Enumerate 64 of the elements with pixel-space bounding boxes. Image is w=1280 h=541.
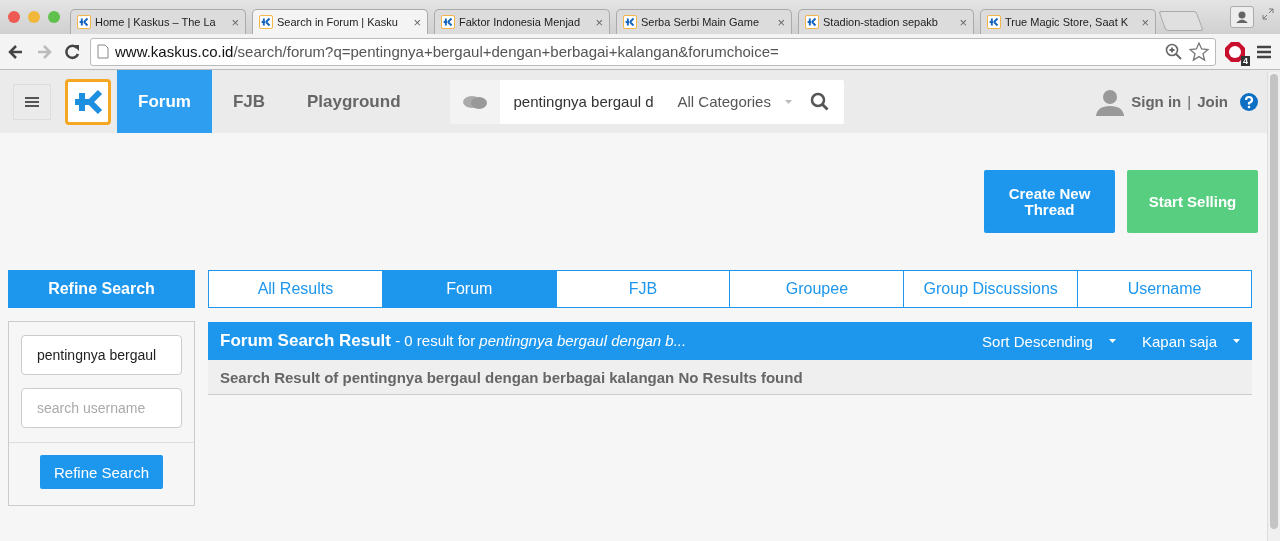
favicon-icon (805, 15, 819, 29)
create-thread-button[interactable]: Create New Thread (984, 170, 1115, 233)
menu-button[interactable] (13, 83, 51, 120)
close-button[interactable]: × (595, 14, 603, 30)
favicon-icon (987, 15, 1001, 29)
username-field[interactable]: search username (21, 388, 182, 428)
tab-title: Search in Forum | Kasku (277, 16, 399, 28)
sort-dropdown[interactable]: Sort Descending (982, 332, 1116, 350)
separator: | (1187, 93, 1192, 110)
caret-icon (1233, 339, 1240, 343)
nav-tab[interactable]: FJB (211, 70, 286, 133)
nav-tab[interactable]: Forum (117, 70, 212, 133)
result-tab[interactable]: Username (1077, 271, 1251, 307)
browser-tab[interactable]: Stadion-stadion sepakb × (798, 9, 974, 34)
results-heading: Forum Search Result - 0 result for pentingnya bergaul dengan b... (220, 331, 688, 351)
favicon-icon (77, 15, 91, 29)
close-button[interactable]: × (959, 14, 967, 30)
tab-title: Home | Kaskus – The La (95, 16, 217, 28)
logo[interactable] (65, 78, 111, 125)
close-button[interactable]: × (413, 14, 421, 30)
chat-icon (461, 93, 488, 110)
address-bar[interactable]: www.kaskus.co.id/search/forum?q=pentingnya+bergaul+dengan+berbagai+kalangan&forumchoice= (90, 37, 1216, 66)
tab-title: Faktor Indonesia Menjad (459, 16, 582, 28)
sign-in-link[interactable]: Sign in (1131, 93, 1182, 110)
favicon-icon (259, 15, 273, 29)
result-tab[interactable]: All Results (209, 271, 382, 307)
close-button[interactable]: × (777, 14, 785, 30)
profile-icon[interactable] (1230, 6, 1254, 28)
user-icon (1095, 87, 1126, 116)
no-results-message: Search Result of pentingnya bergaul dengan berbagai kalangan No Results found (208, 360, 1252, 395)
close-button[interactable]: × (1141, 14, 1149, 30)
sidebar-title: Refine Search (8, 270, 195, 308)
tab-title: Serba Serbi Main Game (641, 16, 760, 28)
category-dropdown[interactable]: All Categories (677, 93, 810, 110)
refine-search-button[interactable]: Refine Search (39, 455, 164, 489)
nav-tab[interactable]: Playground (286, 70, 422, 133)
menu-icon (25, 95, 39, 108)
help-icon[interactable] (1240, 92, 1258, 111)
join-link[interactable]: Join (1197, 93, 1228, 110)
browser-tab[interactable]: Faktor Indonesia Menjad × (434, 9, 610, 34)
time-dropdown[interactable]: Kapan saja (1141, 332, 1240, 350)
search-icon[interactable] (809, 91, 830, 112)
result-tab[interactable]: FJB (555, 271, 730, 307)
result-tab[interactable]: Group Discussions (903, 271, 1078, 307)
fullscreen-icon[interactable] (1262, 8, 1274, 20)
scrollbar[interactable] (1267, 72, 1280, 541)
tab-title: True Magic Store, Saat K (1005, 16, 1130, 28)
close-button[interactable]: × (231, 14, 239, 30)
window-control[interactable] (8, 11, 20, 23)
favicon-icon (623, 15, 637, 29)
browser-tab[interactable]: Search in Forum | Kasku × (252, 9, 428, 34)
favicon-icon (441, 15, 455, 29)
caret-icon (1108, 339, 1116, 343)
tab-title: Stadion-stadion sepakb (823, 16, 939, 28)
result-tab[interactable]: Groupee (729, 271, 904, 307)
browser-tab[interactable]: Home | Kaskus – The La × (70, 9, 246, 34)
browser-tab[interactable]: Serba Serbi Main Game × (616, 9, 792, 34)
page-icon (97, 44, 109, 59)
keyword-field[interactable]: pentingnya bergaul (21, 335, 182, 375)
star-icon[interactable] (1189, 41, 1209, 62)
result-tab[interactable]: Forum (381, 271, 556, 307)
caret-icon (784, 99, 792, 104)
zoom-icon[interactable] (1165, 42, 1183, 61)
browser-tab[interactable]: True Magic Store, Saat K × (980, 9, 1156, 34)
